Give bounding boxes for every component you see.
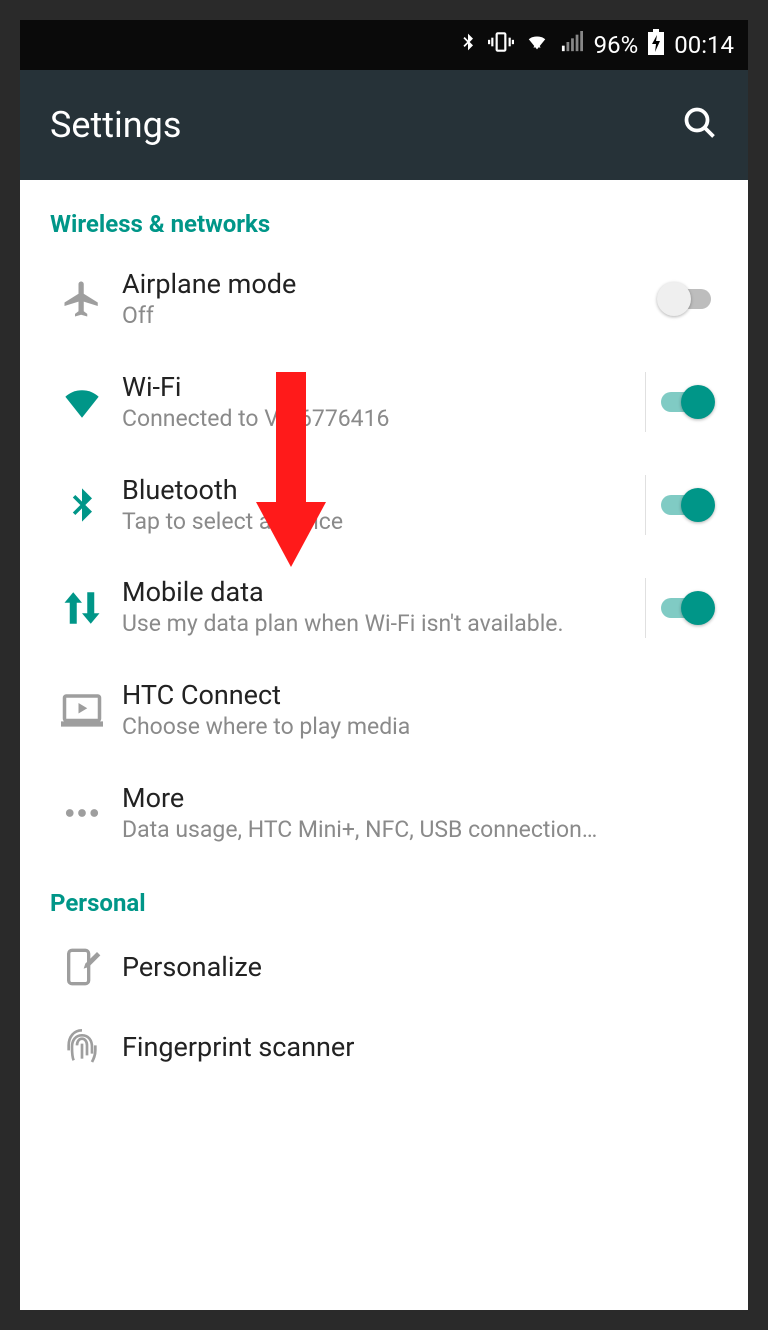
row-title: Airplane mode	[122, 268, 634, 300]
phone-frame: 96% 00:14 Settings Wireless & networks A…	[20, 20, 748, 1310]
battery-percentage: 96%	[594, 31, 639, 59]
row-title: Personalize	[122, 951, 714, 983]
app-bar: Settings	[20, 70, 748, 180]
toggle-airplane[interactable]	[657, 282, 715, 316]
row-title: Bluetooth	[122, 474, 633, 506]
vibrate-icon	[488, 29, 514, 61]
row-subtitle: Use my data plan when Wi-Fi isn't availa…	[122, 610, 633, 639]
row-title: HTC Connect	[122, 679, 714, 711]
row-mobile-data[interactable]: Mobile data Use my data plan when Wi-Fi …	[20, 556, 748, 659]
row-htc-connect[interactable]: HTC Connect Choose where to play media	[20, 659, 748, 762]
search-icon[interactable]	[682, 105, 718, 145]
bluetooth-row-icon	[42, 485, 122, 525]
row-airplane-mode[interactable]: Airplane mode Off	[20, 248, 748, 351]
row-wifi[interactable]: Wi-Fi Connected to VM6776416	[20, 351, 748, 454]
row-title: Wi-Fi	[122, 371, 633, 403]
status-bar: 96% 00:14	[20, 20, 748, 70]
signal-icon	[560, 31, 584, 59]
row-personalize[interactable]: Personalize	[20, 927, 748, 1007]
wifi-icon	[524, 31, 550, 59]
row-title: Fingerprint scanner	[122, 1031, 714, 1063]
row-fingerprint[interactable]: Fingerprint scanner	[20, 1007, 748, 1087]
page-title: Settings	[50, 104, 181, 146]
row-more[interactable]: More Data usage, HTC Mini+, NFC, USB con…	[20, 762, 748, 865]
htc-connect-icon	[42, 689, 122, 731]
section-header-wireless: Wireless & networks	[20, 186, 748, 248]
more-icon	[42, 792, 122, 834]
fingerprint-icon	[42, 1027, 122, 1067]
bluetooth-icon	[458, 29, 478, 61]
clock: 00:14	[674, 31, 734, 59]
row-subtitle: Choose where to play media	[122, 713, 714, 742]
mobile-data-icon	[42, 587, 122, 629]
section-header-personal: Personal	[20, 865, 748, 927]
row-bluetooth[interactable]: Bluetooth Tap to select a device	[20, 454, 748, 557]
wifi-row-icon	[42, 381, 122, 423]
row-subtitle: Connected to VM6776416	[122, 405, 633, 434]
airplane-icon	[42, 278, 122, 320]
row-subtitle: Tap to select a device	[122, 508, 633, 537]
row-subtitle: Off	[122, 302, 634, 331]
row-subtitle: Data usage, HTC Mini+, NFC, USB connecti…	[122, 816, 714, 845]
toggle-bluetooth[interactable]	[657, 488, 715, 522]
toggle-wifi[interactable]	[657, 385, 715, 419]
settings-list[interactable]: Wireless & networks Airplane mode Off Wi…	[20, 180, 748, 1310]
row-title: Mobile data	[122, 576, 633, 608]
battery-charging-icon	[648, 29, 664, 61]
personalize-icon	[42, 947, 122, 987]
row-title: More	[122, 782, 714, 814]
toggle-mobile-data[interactable]	[657, 591, 715, 625]
